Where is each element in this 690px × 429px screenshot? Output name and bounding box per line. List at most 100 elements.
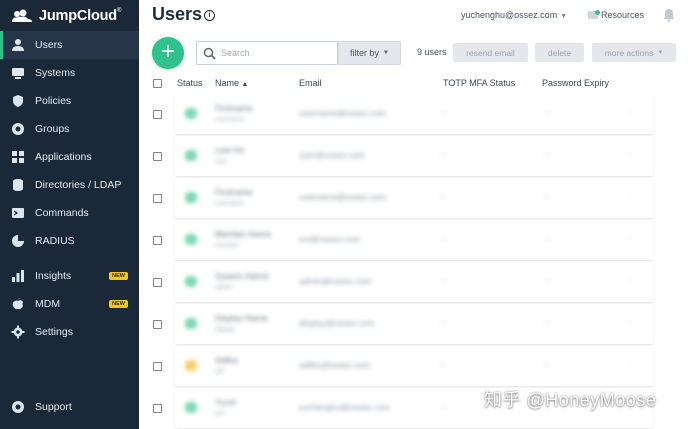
row-checkbox[interactable] bbox=[153, 320, 162, 329]
totp-status-cell: — bbox=[439, 192, 447, 201]
table-row[interactable]: Firstname username username@ossez.com — — ⋮ bbox=[175, 94, 653, 134]
row-checkbox[interactable] bbox=[153, 278, 162, 287]
row-menu-icon[interactable]: ⋮ bbox=[627, 234, 635, 243]
sidebar-item-systems[interactable]: Systems bbox=[0, 59, 139, 87]
resources-label: Resources bbox=[601, 10, 645, 20]
sidebar-item-label: Settings bbox=[35, 326, 73, 338]
user-name: Firstname username bbox=[215, 103, 253, 123]
add-user-button[interactable]: + bbox=[152, 37, 184, 69]
password-expiry-cell: — bbox=[543, 360, 551, 369]
sidebar-item-users[interactable]: Users bbox=[0, 31, 139, 59]
sidebar-item-settings[interactable]: Settings bbox=[0, 318, 139, 346]
totp-status-cell: — bbox=[439, 234, 447, 243]
row-menu-icon[interactable]: ⋮ bbox=[627, 108, 635, 117]
filter-label: filter by bbox=[350, 48, 380, 58]
new-badge: NEW bbox=[109, 272, 128, 280]
user-email-cell: yuchenghu@ossez.com bbox=[299, 402, 390, 412]
column-header-totp[interactable]: TOTP MFA Status bbox=[443, 78, 515, 88]
table-row[interactable]: Last Ho user user@ossez.com — — ⋮ bbox=[175, 136, 653, 176]
row-menu-icon[interactable]: ⋮ bbox=[627, 318, 635, 327]
table-row[interactable]: Firstname username username@ossez.com — — ⋮ bbox=[175, 178, 653, 218]
delete-label: delete bbox=[547, 47, 572, 58]
systems-icon bbox=[11, 66, 25, 80]
user-email-cell: me@ossez.com bbox=[299, 234, 361, 244]
status-indicator bbox=[185, 192, 197, 203]
row-checkbox[interactable] bbox=[153, 194, 162, 203]
apple-icon bbox=[11, 297, 25, 311]
user-email: yuchenghu@ossez.com bbox=[461, 10, 558, 20]
filter-by-button[interactable]: filter by ▼ bbox=[338, 41, 401, 65]
info-icon[interactable]: i bbox=[204, 10, 215, 21]
table-row[interactable]: Adlibs adl adlibs@ossez.com — — ⋮ bbox=[175, 346, 653, 386]
row-checkbox[interactable] bbox=[153, 110, 162, 119]
sidebar-item-label: Directories / LDAP bbox=[35, 179, 122, 191]
select-all-checkbox[interactable] bbox=[153, 79, 162, 88]
sort-asc-icon: ▲ bbox=[241, 81, 249, 88]
user-email-cell: display@ossez.com bbox=[299, 318, 375, 328]
user-menu[interactable]: yuchenghu@ossez.com ▼ bbox=[461, 10, 567, 20]
sidebar-item-mdm[interactable]: MDM NEW bbox=[0, 290, 139, 318]
row-menu-icon[interactable]: ⋮ bbox=[627, 360, 635, 369]
sidebar-item-support[interactable]: Support bbox=[0, 393, 139, 421]
sidebar-item-label: Systems bbox=[35, 67, 76, 79]
table-row[interactable]: Member Name member me@ossez.com — — ⋮ bbox=[175, 220, 653, 260]
row-checkbox[interactable] bbox=[153, 236, 162, 245]
caret-down-icon: ▼ bbox=[657, 49, 664, 56]
new-badge: NEW bbox=[109, 300, 128, 308]
insights-icon bbox=[11, 269, 25, 283]
bell-icon[interactable] bbox=[663, 8, 675, 22]
jumpcloud-logo[interactable]: JumpCloud® bbox=[10, 6, 121, 26]
shield-icon bbox=[11, 94, 25, 108]
row-checkbox[interactable] bbox=[153, 362, 162, 371]
column-header-status[interactable]: Status bbox=[177, 78, 203, 88]
sidebar-item-label: Commands bbox=[35, 207, 89, 219]
sidebar-item-label: Applications bbox=[35, 151, 92, 163]
password-expiry-cell: — bbox=[543, 234, 551, 243]
user-name: Last Ho user bbox=[215, 145, 245, 165]
resend-email-button[interactable]: resend email bbox=[453, 43, 528, 62]
resources-link[interactable]: Resources bbox=[588, 10, 644, 20]
column-header-email[interactable]: Email bbox=[299, 78, 322, 88]
column-header-name[interactable]: Name ▲ bbox=[215, 78, 248, 88]
password-expiry-cell: — bbox=[543, 192, 551, 201]
cloud-logo-icon bbox=[12, 9, 32, 22]
search-input[interactable] bbox=[221, 45, 331, 61]
table-row[interactable]: System Admin admin admin@ossez.com — — ⋮ bbox=[175, 262, 653, 302]
sidebar-item-commands[interactable]: Commands bbox=[0, 199, 139, 227]
sidebar-item-insights[interactable]: Insights NEW bbox=[0, 262, 139, 290]
sidebar-item-label: MDM bbox=[35, 298, 61, 310]
user-email-cell: admin@ossez.com bbox=[299, 276, 372, 286]
totp-status-cell: — bbox=[439, 108, 447, 117]
directories-icon bbox=[11, 178, 25, 192]
password-expiry-cell: — bbox=[543, 318, 551, 327]
user-email-cell: username@ossez.com bbox=[299, 192, 387, 202]
row-checkbox[interactable] bbox=[153, 404, 162, 413]
sidebar-item-label: Support bbox=[35, 401, 72, 413]
table-row[interactable]: Display Name display display@ossez.com — — ⋮ bbox=[175, 304, 653, 344]
row-menu-icon[interactable]: ⋮ bbox=[627, 276, 635, 285]
password-expiry-cell: — bbox=[543, 276, 551, 285]
search-box[interactable] bbox=[196, 41, 338, 65]
sidebar-item-applications[interactable]: Applications bbox=[0, 143, 139, 171]
sidebar-item-policies[interactable]: Policies bbox=[0, 87, 139, 115]
logo-text: JumpCloud® bbox=[39, 8, 122, 24]
sidebar-item-label: Insights bbox=[35, 270, 72, 282]
row-checkbox[interactable] bbox=[153, 152, 162, 161]
row-menu-icon[interactable]: ⋮ bbox=[627, 150, 635, 159]
resources-icon bbox=[588, 10, 600, 19]
row-menu-icon[interactable]: ⋮ bbox=[627, 192, 635, 201]
applications-icon bbox=[11, 150, 25, 164]
user-count: 9 users bbox=[417, 47, 447, 57]
sidebar-item-label: RADIUS bbox=[35, 235, 75, 247]
sidebar-item-radius[interactable]: RADIUS bbox=[0, 227, 139, 255]
radius-icon bbox=[11, 234, 25, 248]
more-actions-button[interactable]: more actions ▼ bbox=[592, 43, 676, 62]
column-header-password-expiry[interactable]: Password Expiry bbox=[542, 78, 609, 88]
chevron-down-icon: ▼ bbox=[560, 13, 568, 20]
sidebar-item-directories[interactable]: Directories / LDAP bbox=[0, 171, 139, 199]
users-icon bbox=[11, 38, 25, 52]
sidebar-item-label: Policies bbox=[35, 95, 72, 107]
sidebar-item-groups[interactable]: Groups bbox=[0, 115, 139, 143]
delete-button[interactable]: delete bbox=[535, 43, 584, 62]
user-name: Yucel yuc bbox=[215, 397, 236, 417]
